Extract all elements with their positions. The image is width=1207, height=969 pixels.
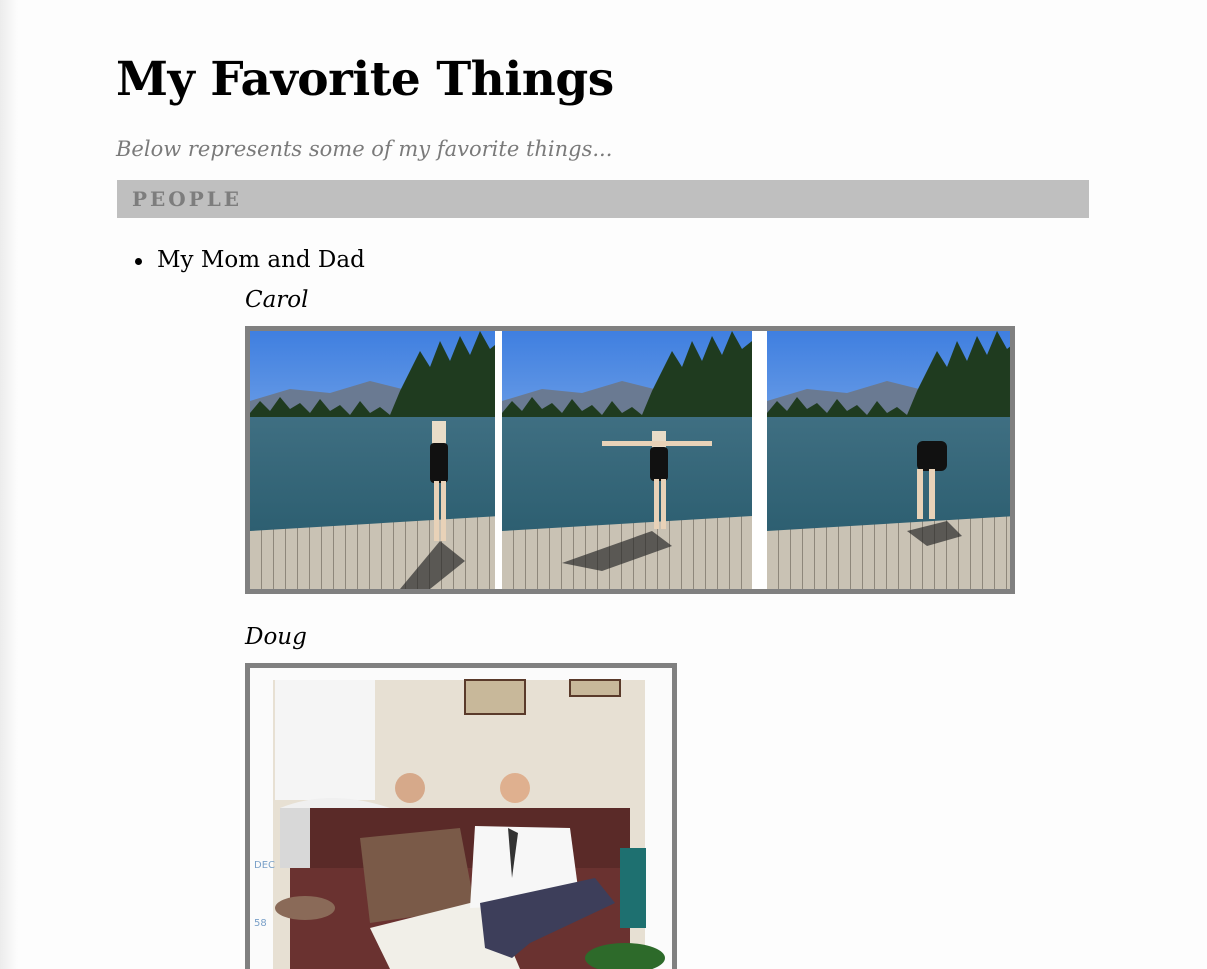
list-bullet (135, 258, 142, 265)
svg-text:58: 58 (254, 918, 267, 929)
page-edge-shadow (0, 0, 18, 969)
vintage-couch-photo-icon: DEC 58 (250, 668, 672, 969)
person-name-doug: Doug (245, 624, 307, 650)
doug-photo: DEC 58 (245, 663, 677, 969)
section-header-people: PEOPLE (117, 180, 1089, 218)
page-subtitle: Below represents some of my favorite thi… (116, 137, 613, 161)
carol-photo (245, 326, 1015, 594)
page-title: My Favorite Things (116, 52, 614, 107)
person-name-carol: Carol (245, 287, 309, 313)
section-heading: PEOPLE (132, 187, 243, 211)
svg-text:DEC: DEC (254, 860, 275, 871)
list-item: My Mom and Dad (157, 247, 365, 273)
dock-diving-photo-icon (250, 331, 1010, 589)
